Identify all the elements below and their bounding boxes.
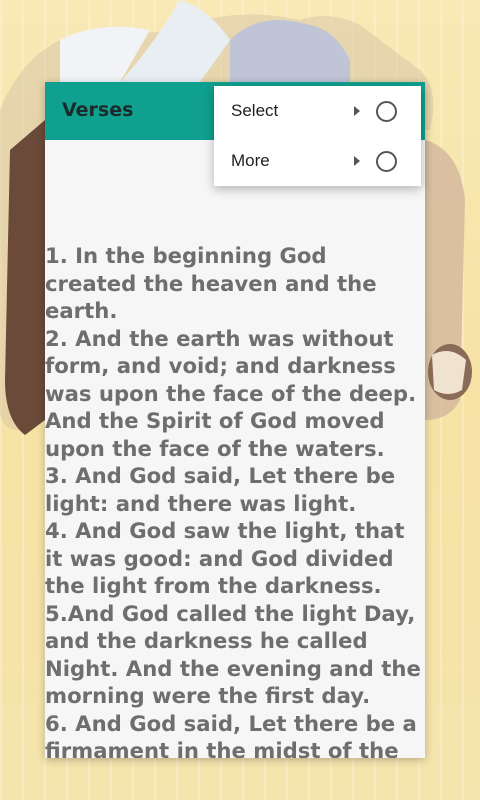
verse-text: 6. And God said, Let there be a firmamen… bbox=[45, 710, 417, 759]
overflow-menu: Select More bbox=[214, 86, 421, 186]
verse-text: 3. And God said, Let there be light: and… bbox=[45, 463, 396, 516]
verse-text: 1. In the beginning God created the heav… bbox=[45, 243, 377, 323]
submenu-arrow-icon bbox=[354, 106, 360, 116]
radio-button-icon[interactable] bbox=[376, 101, 397, 122]
verse-text: 2. And the earth was without form, and v… bbox=[45, 325, 417, 461]
menu-item-select[interactable]: Select bbox=[214, 86, 421, 136]
radio-button-icon[interactable] bbox=[376, 151, 397, 172]
menu-item-label: Select bbox=[231, 101, 279, 120]
verse-text: 5.And God called the light Day, and the … bbox=[45, 600, 421, 709]
menu-item-label: More bbox=[231, 151, 270, 170]
verse-list: 1. In the beginning God created the heav… bbox=[45, 242, 421, 758]
verse-text: 4. And God saw the light, that it was go… bbox=[45, 518, 405, 598]
submenu-arrow-icon bbox=[354, 156, 360, 166]
toolbar-title: Verses bbox=[62, 99, 134, 121]
menu-item-more[interactable]: More bbox=[214, 136, 421, 186]
